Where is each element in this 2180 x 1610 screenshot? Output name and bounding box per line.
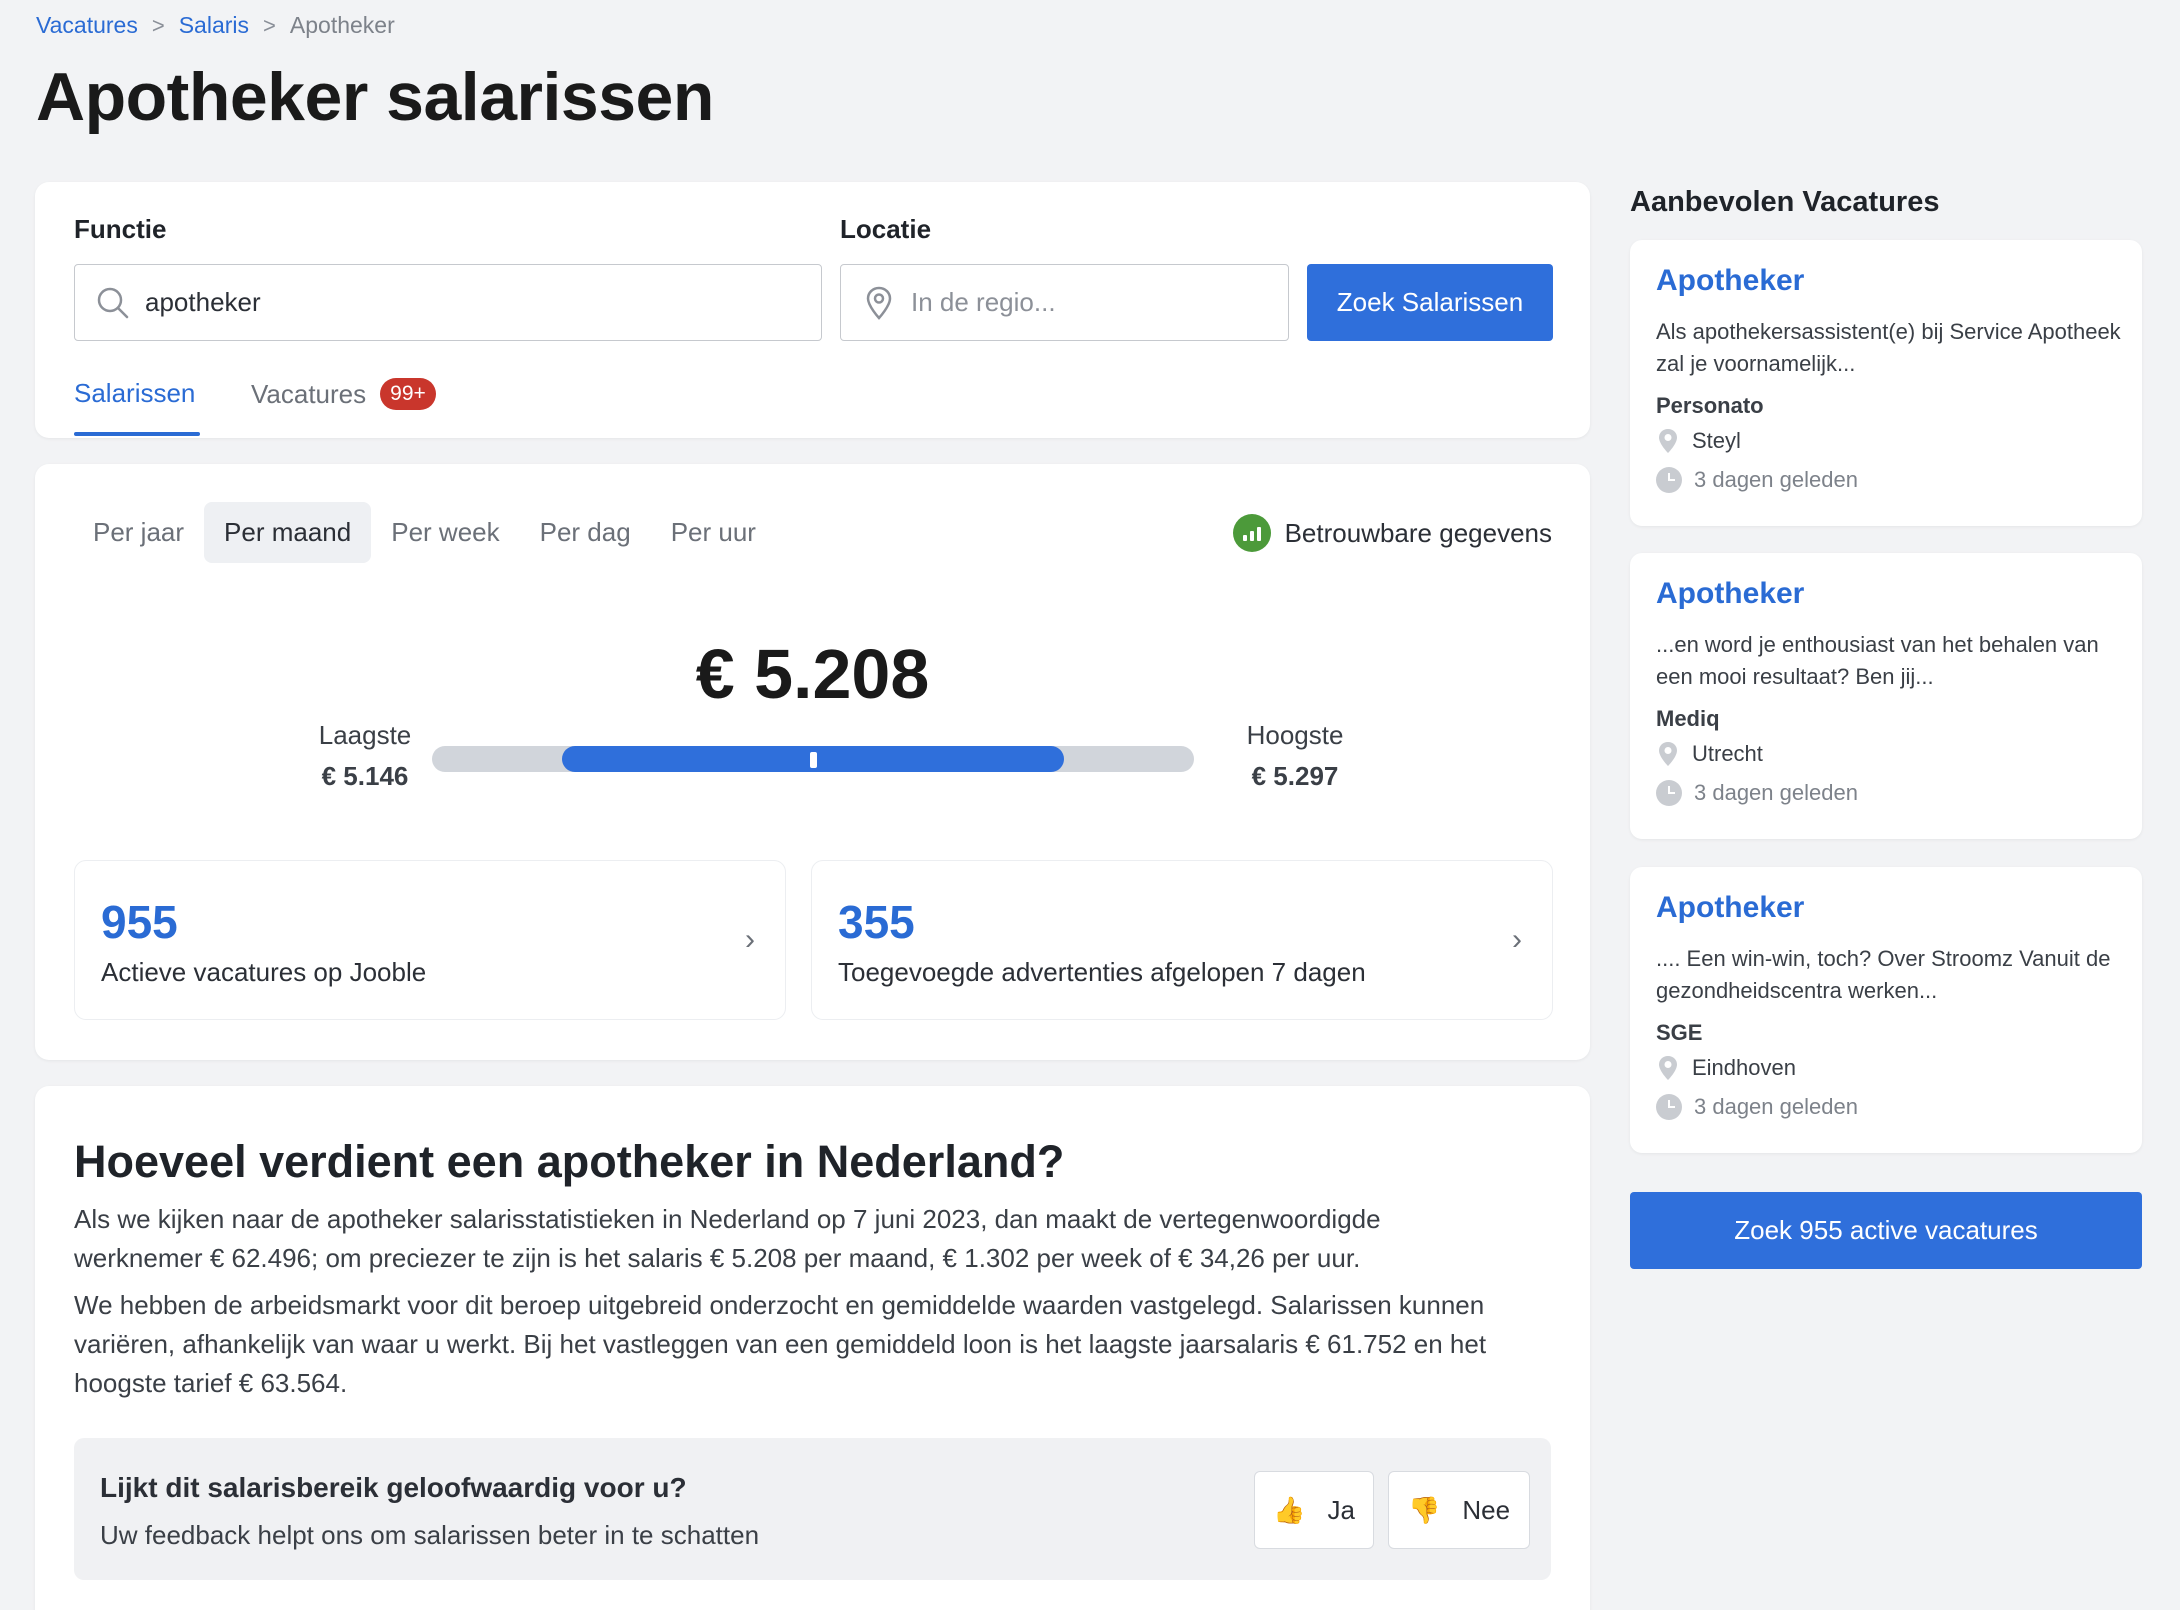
feedback-subtitle: Uw feedback helpt ons om salarissen bete… [100, 1520, 760, 1550]
tab-salarissen-label: Salarissen [74, 378, 196, 408]
job-company: SGE [1656, 1020, 1703, 1045]
job-location: Utrecht [1656, 741, 1763, 767]
salary-low-value: € 5.146 [321, 761, 409, 791]
job-location-text: Steyl [1692, 428, 1741, 453]
search-active-vacancies-button[interactable]: Zoek 955 active vacatures [1630, 1192, 2142, 1269]
job-title[interactable]: Apotheker [1656, 577, 1804, 611]
job-description: Als apothekersassistent(e) bij Service A… [1656, 319, 2121, 376]
article-title: Hoeveel verdient een apotheker in Nederl… [74, 1136, 1065, 1187]
salary-card: Per jaar Per maand Per week Per dag Per … [35, 464, 1590, 1060]
feedback-no-button[interactable]: 👎 Nee [1388, 1471, 1530, 1549]
location-label: Locatie [840, 214, 932, 244]
chevron-right-icon: › [745, 923, 755, 956]
tab-vacatures[interactable]: Vacatures 99+ [251, 378, 436, 410]
thumbs-down-icon: 👎 [1407, 1494, 1441, 1525]
clock-icon [1656, 780, 1682, 806]
job-location: Steyl [1656, 428, 1741, 454]
period-tab-week[interactable]: Per week [371, 502, 519, 563]
article-paragraph-1: Als we kijken naar de apotheker salariss… [74, 1204, 1381, 1273]
period-tab-hour[interactable]: Per uur [651, 502, 776, 563]
job-posted-time-text: 3 dagen geleden [1694, 467, 1858, 492]
new-ads-label: Toegevoegde advertenties afgelopen 7 dag… [838, 957, 1366, 987]
salary-low-label: Laagste [318, 720, 412, 750]
salary-high: Hoogste € 5.297 [1210, 720, 1380, 792]
location-pin-icon [1656, 741, 1680, 767]
active-vacancies-count: 955 [101, 896, 178, 948]
breadcrumb-link-vacatures[interactable]: Vacatures [36, 12, 138, 39]
article-card: Hoeveel verdient een apotheker in Nederl… [35, 1086, 1590, 1610]
job-title[interactable]: Apotheker [1656, 264, 1804, 298]
period-tabs: Per jaar Per maand Per week Per dag Per … [73, 502, 776, 563]
clock-icon [1656, 467, 1682, 493]
job-posted-time-text: 3 dagen geleden [1694, 780, 1858, 805]
job-card[interactable]: Apotheker .... Een win-win, toch? Over S… [1630, 867, 2142, 1153]
sidebar-title: Aanbevolen Vacatures [1630, 186, 1940, 218]
location-pin-icon [861, 285, 897, 321]
new-ads-stat[interactable]: 355 Toegevoegde advertenties afgelopen 7… [811, 860, 1553, 1020]
clock-icon [1656, 1094, 1682, 1120]
period-tab-month[interactable]: Per maand [204, 502, 372, 563]
period-tab-day[interactable]: Per dag [520, 502, 651, 563]
job-posted-time: 3 dagen geleden [1656, 780, 1858, 806]
search-card: Functie apotheker Locatie In de regio...… [35, 182, 1590, 438]
job-card[interactable]: Apotheker Als apothekersassistent(e) bij… [1630, 240, 2142, 526]
new-ads-count: 355 [838, 896, 915, 948]
location-input[interactable]: In de regio... [840, 264, 1289, 341]
feedback-yes-button[interactable]: 👍 Ja [1254, 1471, 1374, 1549]
chevron-right-icon: › [1512, 923, 1522, 956]
job-company: Personato [1656, 393, 1764, 418]
active-tab-indicator [74, 432, 200, 436]
search-icon [95, 285, 131, 321]
active-vacancies-label: Actieve vacatures op Jooble [101, 957, 427, 987]
breadcrumb: Vacatures > Salaris > Apotheker [36, 12, 395, 39]
tab-vacatures-label: Vacatures [251, 378, 367, 409]
salary-high-label: Hoogste [1246, 720, 1344, 750]
article-paragraph-2: We hebben de arbeidsmarkt voor dit beroe… [74, 1290, 1487, 1398]
job-posted-time: 3 dagen geleden [1656, 1094, 1858, 1120]
job-card[interactable]: Apotheker ...en word je enthousiast van … [1630, 553, 2142, 839]
function-input[interactable]: apotheker [74, 264, 822, 341]
page-title: Apotheker salarissen [36, 59, 714, 135]
reliable-data-indicator: Betrouwbare gegevens [1232, 514, 1552, 552]
function-input-value: apotheker [145, 287, 261, 317]
search-salaries-button[interactable]: Zoek Salarissen [1307, 264, 1553, 341]
salary-range-marker [809, 752, 817, 768]
job-posted-time-text: 3 dagen geleden [1694, 1094, 1858, 1119]
breadcrumb-current: Apotheker [289, 12, 395, 38]
salary-low: Laagste € 5.146 [280, 720, 450, 792]
reliable-data-label: Betrouwbare gegevens [1284, 517, 1552, 548]
active-vacancies-stat[interactable]: 955 Actieve vacatures op Jooble › [74, 860, 786, 1020]
salary-range-bar [432, 746, 1194, 772]
job-location: Eindhoven [1656, 1055, 1796, 1081]
job-posted-time: 3 dagen geleden [1656, 467, 1858, 493]
location-pin-icon [1656, 1055, 1680, 1081]
location-input-placeholder: In de regio... [911, 287, 1056, 317]
feedback-question: Lijkt dit salarisbereik geloofwaardig vo… [100, 1472, 687, 1503]
thumbs-up-icon: 👍 [1273, 1494, 1306, 1525]
job-description: .... Een win-win, toch? Over Stroomz Van… [1656, 946, 2111, 1003]
job-title[interactable]: Apotheker [1656, 891, 1804, 925]
signal-bars-icon [1232, 514, 1271, 552]
period-tab-year[interactable]: Per jaar [73, 502, 204, 563]
chevron-right-icon: > [151, 12, 165, 38]
job-company: Mediq [1656, 706, 1720, 731]
feedback-no-label: Nee [1462, 1494, 1511, 1525]
function-label: Functie [74, 214, 167, 244]
job-location-text: Eindhoven [1692, 1055, 1796, 1080]
feedback-yes-label: Ja [1327, 1494, 1355, 1525]
feedback-box: Lijkt dit salarisbereik geloofwaardig vo… [74, 1438, 1551, 1580]
chevron-right-icon: > [263, 12, 276, 38]
breadcrumb-link-salaris[interactable]: Salaris [179, 12, 249, 39]
vacatures-count-badge: 99+ [380, 378, 436, 410]
salary-high-value: € 5.297 [1251, 761, 1339, 791]
tab-salarissen[interactable]: Salarissen [74, 378, 195, 409]
job-location-text: Utrecht [1692, 741, 1763, 766]
location-pin-icon [1656, 428, 1680, 454]
average-salary-value: € 5.208 [695, 635, 930, 713]
job-description: ...en word je enthousiast van het behale… [1656, 632, 2099, 689]
